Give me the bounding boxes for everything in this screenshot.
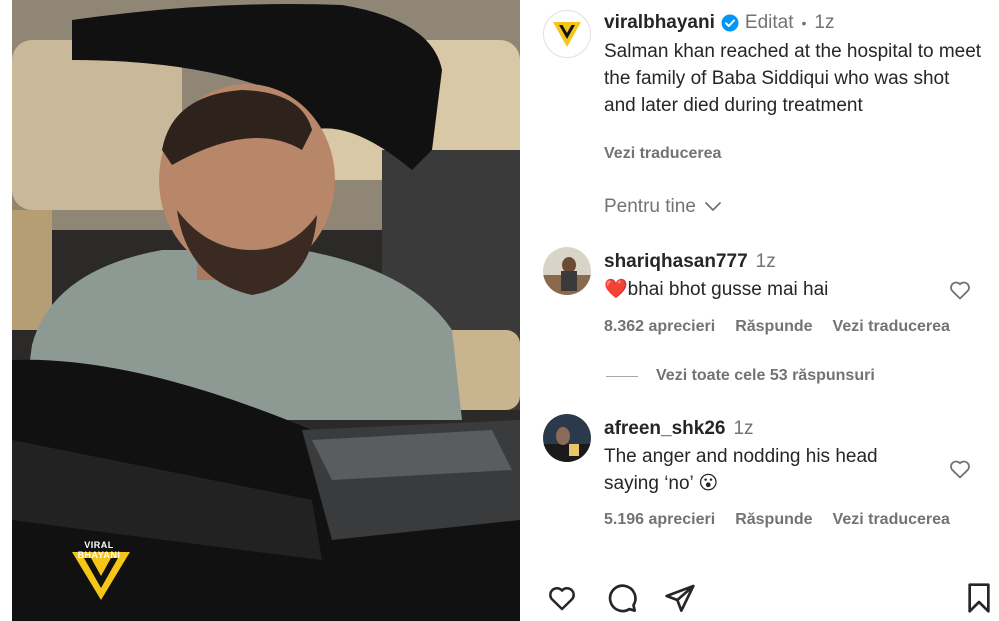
like-icon[interactable]	[544, 580, 580, 616]
comment-time: 1z	[733, 418, 754, 439]
comment-text-row: The anger and nodding his head saying ‘n…	[604, 443, 924, 497]
comment-header: shariqhasan777 1z	[604, 251, 776, 273]
post-time[interactable]: 1z	[814, 12, 834, 34]
save-icon[interactable]	[961, 580, 997, 616]
edited-label: Editat	[744, 12, 794, 33]
post-caption: Salman khan reached at the hospital to m…	[604, 41, 982, 116]
viral-bhayani-logo-icon	[553, 22, 581, 47]
chevron-down-icon	[705, 202, 721, 212]
comments-filter-dropdown[interactable]: Pentru tine	[604, 196, 722, 218]
comment-icon[interactable]	[604, 580, 640, 616]
share-icon[interactable]	[662, 580, 698, 616]
comment-text: The anger and nodding his head saying ‘n…	[604, 446, 878, 494]
see-translation-link[interactable]: Vezi traducerea	[604, 145, 721, 163]
watermark-label: VIRAL BHAYANI	[77, 540, 121, 560]
astonished-emoji: 😮	[698, 473, 719, 494]
comment-text-row: ❤️bhai bhot gusse mai hai	[604, 276, 924, 303]
comment-username[interactable]: shariqhasan777	[604, 251, 748, 273]
author-avatar[interactable]	[543, 10, 591, 58]
post-details-panel: viralbhayani Editat • 1z Salman khan rea…	[520, 0, 999, 621]
post-photo	[12, 0, 520, 621]
reply-button[interactable]: Răspunde	[735, 318, 812, 336]
reply-button[interactable]: Răspunde	[735, 511, 812, 529]
author-username[interactable]: viralbhayani	[604, 12, 715, 34]
verified-icon	[721, 14, 739, 32]
comment-like-icon[interactable]	[948, 278, 972, 302]
comment-text: bhai bhot gusse mai hai	[627, 279, 829, 300]
comment-likes-count[interactable]: 8.362 aprecieri	[604, 318, 715, 336]
red-heart-emoji: ❤️	[604, 279, 628, 300]
comment-actions: 5.196 aprecieri Răspunde Vezi traducerea	[604, 511, 970, 529]
comment-likes-count[interactable]: 5.196 aprecieri	[604, 511, 715, 529]
comment-avatar[interactable]	[543, 414, 591, 462]
comment-avatar[interactable]	[543, 247, 591, 295]
comment-header: afreen_shk26 1z	[604, 418, 754, 440]
post-media[interactable]: VIRAL BHAYANI	[12, 0, 520, 621]
see-translation-link[interactable]: Vezi traducerea	[833, 318, 950, 336]
see-translation-link[interactable]: Vezi traducerea	[833, 511, 950, 529]
separator-dot: •	[801, 15, 807, 31]
post-action-bar	[520, 580, 999, 620]
comment-username[interactable]: afreen_shk26	[604, 418, 725, 440]
view-replies-label: Vezi toate cele 53 răspunsuri	[656, 367, 875, 384]
comment-time: 1z	[755, 251, 776, 272]
filter-label: Pentru tine	[604, 196, 696, 217]
comment-actions: 8.362 aprecieri Răspunde Vezi traducerea	[604, 318, 970, 336]
divider-line	[606, 375, 638, 377]
comment-like-icon[interactable]	[948, 457, 972, 481]
caption-header: viralbhayani Editat • 1z	[604, 12, 834, 34]
view-replies-button[interactable]: Vezi toate cele 53 răspunsuri	[606, 367, 875, 385]
